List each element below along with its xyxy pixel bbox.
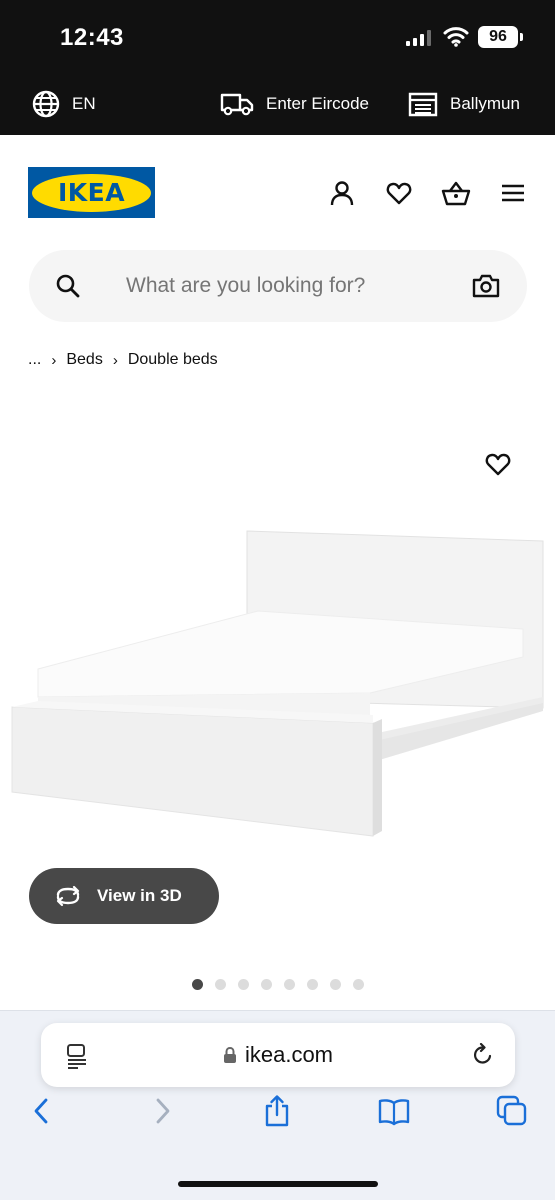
eircode-button[interactable]: Enter Eircode: [220, 72, 369, 135]
battery-icon: 96: [478, 26, 523, 48]
breadcrumb-beds[interactable]: Beds: [66, 351, 102, 369]
carousel-dot[interactable]: [261, 979, 272, 990]
url-text: ikea.com: [244, 1042, 334, 1067]
search-bar[interactable]: [29, 250, 527, 322]
store-icon: [408, 92, 438, 116]
chevron-right-icon: ›: [112, 351, 118, 369]
bookmarks-icon[interactable]: [377, 1094, 411, 1128]
cellular-signal-icon: [406, 30, 431, 46]
url-display: ikea.com: [41, 1023, 515, 1087]
reload-icon[interactable]: [471, 1043, 495, 1067]
shopping-basket-icon[interactable]: [441, 179, 471, 207]
carousel-dot[interactable]: [192, 979, 203, 990]
account-icon[interactable]: [328, 179, 356, 207]
tabs-icon[interactable]: [495, 1094, 529, 1128]
breadcrumb-ellipsis[interactable]: ...: [28, 351, 41, 369]
view-in-3d-label: View in 3D: [97, 886, 182, 905]
status-time: 12:43: [60, 24, 124, 51]
logo-oval: IKEA: [32, 173, 151, 212]
carousel-dot[interactable]: [353, 979, 364, 990]
image-carousel-dots: [192, 979, 364, 990]
eircode-label: Enter Eircode: [266, 93, 369, 113]
back-icon[interactable]: [25, 1094, 59, 1128]
rotate-3d-icon: [56, 885, 80, 907]
delivery-truck-icon: [220, 93, 254, 115]
address-bar[interactable]: ikea.com: [41, 1023, 515, 1087]
share-icon[interactable]: [260, 1094, 294, 1128]
carousel-dot[interactable]: [284, 979, 295, 990]
status-bar: 12:43 96: [0, 0, 555, 72]
ikea-logo[interactable]: IKEA: [28, 167, 155, 218]
globe-icon: [32, 90, 60, 117]
site-header: IKEA: [0, 135, 555, 245]
carousel-dot[interactable]: [307, 979, 318, 990]
lock-icon: [223, 1046, 236, 1063]
breadcrumb-double-beds[interactable]: Double beds: [128, 351, 218, 369]
carousel-dot[interactable]: [238, 979, 249, 990]
wishlist-heart-icon[interactable]: [385, 179, 413, 207]
menu-icon[interactable]: [500, 179, 526, 207]
breadcrumb: ... › Beds › Double beds: [28, 348, 218, 372]
language-selector[interactable]: EN: [32, 72, 96, 135]
store-label: Ballymun: [450, 93, 520, 113]
logo-text: IKEA: [57, 178, 126, 207]
utility-bar: EN Enter Eircode Ballymun: [0, 72, 555, 135]
wifi-icon: [443, 27, 469, 47]
store-selector[interactable]: Ballymun: [408, 72, 520, 135]
carousel-dot[interactable]: [215, 979, 226, 990]
forward-icon[interactable]: [145, 1094, 179, 1128]
add-to-favourites-heart-icon[interactable]: [484, 450, 512, 478]
language-label: EN: [72, 93, 96, 113]
search-icon: [56, 274, 80, 298]
view-in-3d-button[interactable]: View in 3D: [29, 868, 219, 924]
search-input[interactable]: [126, 250, 486, 322]
camera-icon[interactable]: [471, 272, 501, 300]
carousel-dot[interactable]: [330, 979, 341, 990]
home-indicator: [178, 1181, 378, 1187]
product-image-bed[interactable]: [0, 515, 555, 845]
chevron-right-icon: ›: [51, 351, 57, 369]
